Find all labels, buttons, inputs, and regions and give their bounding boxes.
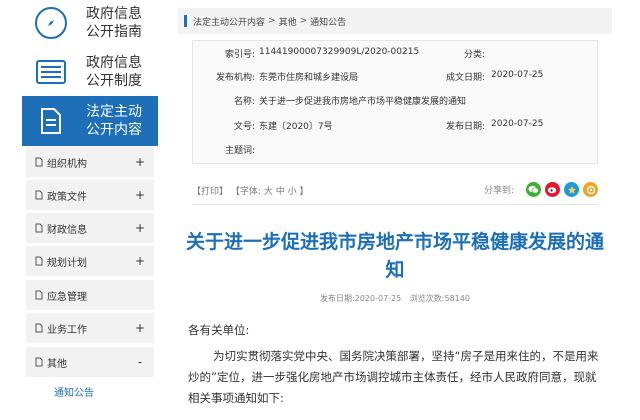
- breadcrumb-item[interactable]: 通知公告: [310, 15, 346, 28]
- sidebar-item-label: 政府信息公开指南: [86, 6, 142, 40]
- main-content: 法定主动公开内容 > 其他 > 通知公告 索引号: 11441900007329…: [178, 0, 612, 420]
- expand-icon[interactable]: +: [132, 254, 148, 268]
- font-tools: 【打印】 【字体: 大 中 小 】: [192, 184, 309, 197]
- meta-value: 11441900007329909L/2020-00215: [259, 47, 420, 57]
- wechat-icon[interactable]: [526, 182, 541, 197]
- sidebar-subitem-other[interactable]: 其他 -: [26, 347, 154, 377]
- view-count: 浏览次数:58140: [409, 294, 470, 303]
- meta-row: 文号: 东建〔2020〕7号 发布日期: 2020-07-25: [193, 119, 597, 139]
- doc-small-icon: [34, 190, 44, 200]
- sidebar-item-label: 法定主动公开内容: [86, 104, 142, 138]
- font-medium-button[interactable]: 中: [276, 187, 285, 197]
- meta-value: 东建〔2020〕7号: [259, 122, 333, 132]
- sidebar-subitem-policy[interactable]: 政策文件 +: [26, 180, 154, 210]
- meta-key: 发布日期:: [445, 122, 485, 132]
- meta-key: 文号:: [233, 122, 255, 132]
- collapse-icon[interactable]: -: [132, 355, 148, 369]
- sidebar-subitem-plan[interactable]: 规划计划 +: [26, 246, 154, 276]
- breadcrumb: 法定主动公开内容 > 其他 > 通知公告: [178, 8, 612, 34]
- expand-icon[interactable]: +: [132, 321, 148, 335]
- weibo-icon[interactable]: [545, 182, 560, 197]
- meta-key: 索引号:: [224, 50, 255, 60]
- print-button[interactable]: 【打印】: [192, 187, 228, 197]
- compass-icon: [28, 0, 74, 46]
- meta-value: 东莞市住房和城乡建设局: [259, 73, 359, 83]
- expand-icon[interactable]: +: [132, 221, 148, 235]
- publish-date: 发布日期:2020-07-25: [320, 294, 402, 303]
- sidebar-subitem-emergency[interactable]: 应急管理: [26, 280, 154, 310]
- breadcrumb-separator: >: [268, 16, 276, 26]
- meta-key: 发布机构:: [215, 73, 255, 83]
- share-label: 分享到:: [483, 186, 514, 196]
- font-size-suffix: 】: [299, 187, 309, 197]
- breadcrumb-marker: [184, 15, 187, 27]
- sidebar-subitem-finance[interactable]: 财政信息 +: [26, 213, 154, 243]
- meta-key: 名称:: [233, 97, 255, 107]
- meta-value: 2020-07-25: [491, 119, 544, 129]
- doc-small-icon: [34, 256, 44, 266]
- sidebar-item-guide[interactable]: 政府信息公开指南: [22, 0, 158, 48]
- sidebar-subitem-business[interactable]: 业务工作 +: [26, 313, 154, 343]
- doc-small-icon: [34, 357, 44, 367]
- sidebar-subitem-org[interactable]: 组织机构 +: [26, 147, 154, 177]
- article-salutation: 各有关单位:: [188, 323, 250, 337]
- share-bar: 分享到:: [484, 182, 598, 197]
- font-small-button[interactable]: 小: [288, 187, 297, 197]
- metadata-table: 索引号: 11441900007329909L/2020-00215 分类: 发…: [192, 40, 598, 164]
- sidebar-subitem-label: 应急管理: [47, 291, 87, 303]
- expand-icon[interactable]: +: [132, 155, 148, 169]
- doc-small-icon: [34, 290, 44, 300]
- sidebar-subitem-label: 组织机构: [47, 158, 87, 170]
- expand-icon[interactable]: +: [132, 188, 148, 202]
- meta-value: 关于进一步促进我市房地产市场平稳健康发展的通知: [259, 97, 467, 107]
- sidebar-subitem-label: 政策文件: [47, 191, 87, 203]
- article-tools: 【打印】 【字体: 大 中 小 】 分享到:: [192, 182, 598, 198]
- sidebar-subitem-label: 规划计划: [47, 257, 87, 269]
- sidebar-item-label: 政府信息公开制度: [86, 55, 142, 89]
- sidebar-item-rules[interactable]: 政府信息公开制度: [22, 47, 158, 97]
- sidebar-child-notice[interactable]: 通知公告: [54, 384, 94, 399]
- breadcrumb-separator: >: [299, 16, 308, 26]
- breadcrumb-item[interactable]: 其他: [279, 15, 297, 28]
- document-icon: [28, 98, 74, 144]
- article-title: 关于进一步促进我市房地产市场平稳健康发展的通知: [185, 231, 604, 281]
- sidebar-subitem-label: 其他: [47, 358, 67, 370]
- meta-key: 成文日期:: [445, 73, 485, 83]
- meta-row: 索引号: 11441900007329909L/2020-00215 分类:: [193, 47, 597, 67]
- doc-small-icon: [34, 323, 44, 333]
- friends-icon[interactable]: [583, 182, 598, 197]
- meta-value: 2020-07-25: [491, 70, 544, 80]
- font-large-button[interactable]: 大: [264, 187, 273, 197]
- sidebar-subitem-label: 业务工作: [47, 324, 87, 336]
- breadcrumb-item[interactable]: 法定主动公开内容: [193, 15, 265, 28]
- list-icon: [28, 49, 74, 95]
- article-pubinfo: 发布日期:2020-07-25 浏览次数:58140: [178, 293, 612, 304]
- font-size-label: 【字体:: [230, 187, 261, 197]
- sidebar-item-content[interactable]: 法定主动公开内容: [22, 96, 158, 146]
- meta-key: 主题词:: [224, 146, 255, 156]
- meta-row: 发布机构: 东莞市住房和城乡建设局 成文日期: 2020-07-25: [193, 70, 597, 90]
- doc-small-icon: [34, 157, 44, 167]
- doc-small-icon: [34, 223, 44, 233]
- article-paragraph: 为切实贯彻落实党中央、国务院决策部署，坚持“房子是用来住的，不是用来炒的”定位，…: [188, 349, 599, 405]
- divider: [192, 204, 598, 205]
- meta-key: 分类:: [463, 50, 485, 60]
- meta-row: 名称: 关于进一步促进我市房地产市场平稳健康发展的通知: [193, 94, 597, 114]
- sidebar: 政府信息公开指南 政府信息公开制度 法定主动公开内容 组织机构 + 政策文件 +…: [22, 0, 158, 420]
- qq-zone-icon[interactable]: [564, 182, 579, 197]
- sidebar-subitem-label: 财政信息: [47, 224, 87, 236]
- meta-row: 主题词:: [193, 143, 597, 163]
